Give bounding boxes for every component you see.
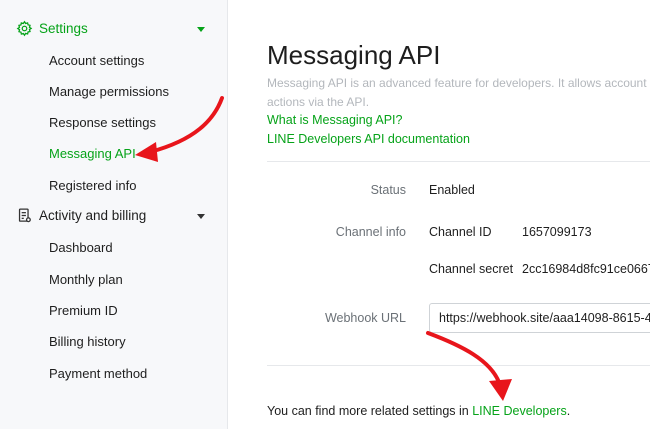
footer-text: You can find more related settings in: [267, 404, 473, 418]
page-title: Messaging API: [267, 40, 441, 70]
sidebar-item-manage-permissions[interactable]: Manage permissions: [49, 84, 169, 99]
footer-suffix: .: [566, 404, 571, 418]
line-developers-link[interactable]: LINE Developers: [472, 404, 567, 418]
sidebar-item-account-settings[interactable]: Account settings: [49, 53, 144, 68]
channel-secret-value: 2cc16984d8fc91ce0667: [522, 262, 650, 276]
webhook-url-label: Webhook URL: [324, 311, 406, 325]
sidebar-group-activity-billing-label: Activity and billing: [39, 208, 147, 223]
sidebar-group-settings[interactable]: Settings: [0, 16, 228, 42]
sidebar-item-registered-info[interactable]: Registered info: [49, 178, 136, 193]
sidebar-group-settings-label: Settings: [39, 21, 88, 36]
channel-id-value: 1657099173: [522, 225, 592, 239]
webhook-url-field[interactable]: [429, 303, 650, 333]
sidebar-group-activity-billing[interactable]: Activity and billing: [0, 203, 228, 229]
sidebar-item-monthly-plan[interactable]: Monthly plan: [49, 272, 123, 287]
sidebar: Settings Account settings Manage permiss…: [0, 0, 228, 429]
page-description-line2: actions via the API.: [267, 95, 370, 109]
channel-info-label: Channel info: [335, 225, 406, 239]
page-description-line1: Messaging API is an advanced feature for…: [267, 76, 647, 90]
main-content: Messaging API Messaging API is an advanc…: [228, 0, 650, 429]
sidebar-item-payment-method[interactable]: Payment method: [49, 366, 147, 381]
status-label: Status: [370, 183, 406, 197]
channel-id-label: Channel ID: [429, 225, 492, 239]
document-icon: [18, 208, 31, 223]
sidebar-item-messaging-api[interactable]: Messaging API: [49, 146, 136, 161]
chevron-down-icon: [197, 27, 205, 32]
gear-icon: [16, 20, 33, 37]
sidebar-item-billing-history[interactable]: Billing history: [49, 334, 126, 349]
channel-secret-label: Channel secret: [429, 262, 514, 276]
chevron-down-icon: [197, 214, 205, 219]
divider: [267, 365, 650, 366]
footer-note: You can find more related settings in LI…: [267, 404, 570, 418]
divider: [267, 161, 650, 162]
sidebar-item-dashboard[interactable]: Dashboard: [49, 240, 113, 255]
status-value: Enabled: [429, 183, 475, 197]
what-is-messaging-api-link[interactable]: What is Messaging API?: [267, 113, 402, 127]
sidebar-item-response-settings[interactable]: Response settings: [49, 115, 156, 130]
api-documentation-link[interactable]: LINE Developers API documentation: [267, 132, 470, 146]
sidebar-item-premium-id[interactable]: Premium ID: [49, 303, 118, 318]
